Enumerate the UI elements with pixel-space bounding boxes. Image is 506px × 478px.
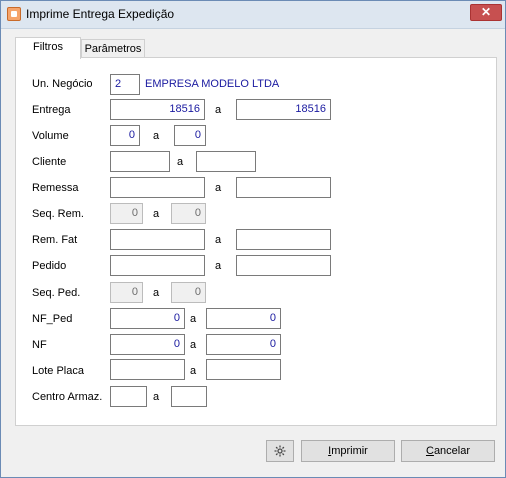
settings-button[interactable] (266, 440, 294, 462)
cancelar-label: ancelar (433, 445, 471, 457)
seq-ped-to-input: 0 (171, 282, 206, 303)
entrega-to-input[interactable]: 18516 (236, 99, 331, 120)
app-icon (7, 7, 21, 21)
volume-to-input[interactable]: 0 (174, 125, 206, 146)
tab-filtros[interactable]: Filtros (15, 37, 81, 59)
cancelar-mnemonic: C (425, 445, 434, 457)
seq-rem-label: Seq. Rem. (32, 208, 84, 220)
centro-armaz-to-input[interactable] (171, 386, 207, 407)
rem-fat-to-input[interactable] (236, 229, 331, 250)
close-icon: ✕ (480, 5, 492, 19)
lote-placa-separator: a (190, 365, 197, 377)
rem-fat-from-input[interactable] (110, 229, 205, 250)
volume-separator: a (153, 130, 160, 142)
remessa-label: Remessa (32, 182, 79, 194)
pedido-to-input[interactable] (236, 255, 331, 276)
cliente-to-input[interactable] (196, 151, 256, 172)
un-negocio-description: EMPRESA MODELO LTDA (145, 78, 280, 90)
seq-rem-from-input: 0 (110, 203, 143, 224)
tab-parametros[interactable]: Parâmetros (81, 39, 145, 59)
un-negocio-input[interactable]: 2 (110, 74, 140, 95)
cliente-from-input[interactable] (110, 151, 170, 172)
seq-rem-separator: a (153, 208, 160, 220)
seq-ped-separator: a (153, 287, 160, 299)
cliente-label: Cliente (32, 156, 67, 168)
seq-ped-label: Seq. Ped. (32, 287, 81, 299)
nf-ped-from-input[interactable]: 0 (110, 308, 185, 329)
centro-armaz-label: Centro Armaz. (32, 391, 103, 403)
lote-placa-to-input[interactable] (206, 359, 281, 380)
lote-placa-label: Lote Placa (32, 365, 84, 377)
dialog-window: Imprime Entrega Expedição ✕ Filtros Parâ… (0, 0, 506, 478)
cancelar-button[interactable]: Cancelar (401, 440, 495, 462)
nf-separator: a (190, 339, 197, 351)
nf-ped-to-input[interactable]: 0 (206, 308, 281, 329)
cliente-separator: a (177, 156, 184, 168)
volume-from-input[interactable]: 0 (110, 125, 140, 146)
imprimir-button[interactable]: Imprimir (301, 440, 395, 462)
tab-filtros-label: Filtros (33, 41, 63, 53)
window-title: Imprime Entrega Expedição (26, 7, 175, 21)
rem-fat-label: Rem. Fat (32, 234, 78, 246)
close-button[interactable]: ✕ (470, 4, 502, 21)
title-bar: Imprime Entrega Expedição ✕ (1, 1, 505, 29)
seq-rem-to-input: 0 (171, 203, 206, 224)
entrega-from-input[interactable]: 18516 (110, 99, 205, 120)
entrega-label: Entrega (32, 104, 71, 116)
remessa-separator: a (215, 182, 222, 194)
remessa-to-input[interactable] (236, 177, 331, 198)
centro-armaz-separator: a (153, 391, 160, 403)
centro-armaz-from-input[interactable] (110, 386, 147, 407)
tab-parametros-label: Parâmetros (84, 43, 142, 55)
pedido-label: Pedido (32, 260, 67, 272)
pedido-separator: a (215, 260, 222, 272)
nf-from-input[interactable]: 0 (110, 334, 185, 355)
pedido-from-input[interactable] (110, 255, 205, 276)
un-negocio-label: Un. Negócio (32, 78, 93, 90)
nf-ped-label: NF_Ped (32, 313, 73, 325)
nf-label: NF (32, 339, 47, 351)
volume-label: Volume (32, 130, 69, 142)
imprimir-label: mprimir (331, 445, 368, 457)
rem-fat-separator: a (215, 234, 222, 246)
gear-icon (273, 444, 287, 458)
remessa-from-input[interactable] (110, 177, 205, 198)
seq-ped-from-input: 0 (110, 282, 143, 303)
nf-ped-separator: a (190, 313, 197, 325)
entrega-separator: a (215, 104, 222, 116)
lote-placa-from-input[interactable] (110, 359, 185, 380)
nf-to-input[interactable]: 0 (206, 334, 281, 355)
